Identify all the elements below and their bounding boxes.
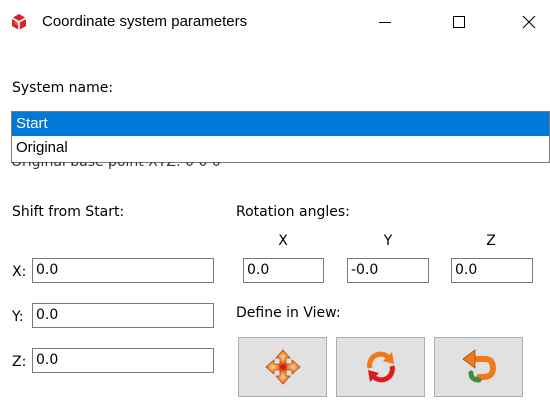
rotation-label: Rotation angles: (236, 204, 350, 220)
list-item-original[interactable]: Original (12, 136, 549, 160)
shift-label: Shift from Start: (12, 204, 125, 220)
define-undo-button[interactable] (434, 337, 523, 397)
system-name-list[interactable]: Start Original (11, 111, 550, 163)
base-point-label: Original base point XYZ: 0 0 0 (11, 162, 221, 170)
rotation-y-header: Y (383, 233, 393, 249)
window-title: Coordinate system parameters (42, 13, 248, 30)
minimize-icon (379, 22, 391, 23)
rotation-x-header: X (278, 233, 288, 249)
define-rotate-button[interactable] (336, 337, 425, 397)
shift-x-label: X: (12, 264, 27, 280)
rotation-y-input[interactable]: -0.0 (347, 258, 429, 283)
shift-x-input[interactable]: 0.0 (32, 258, 214, 283)
move-arrows-icon (264, 349, 301, 385)
shift-y-label: Y: (12, 309, 24, 325)
shift-y-input[interactable]: 0.0 (32, 303, 214, 328)
rotation-x-input[interactable]: 0.0 (243, 258, 324, 283)
shift-z-input[interactable]: 0.0 (32, 348, 214, 373)
define-move-button[interactable] (238, 337, 327, 397)
list-item-start[interactable]: Start (12, 112, 549, 136)
maximize-icon (453, 16, 465, 28)
shift-z-label: Z: (12, 354, 27, 370)
system-name-label: System name: (12, 80, 114, 96)
undo-arrow-icon (461, 349, 496, 383)
close-icon (522, 15, 536, 29)
define-view-label: Define in View: (236, 305, 341, 321)
rotate-arrows-icon (366, 351, 395, 383)
rotation-z-header: Z (486, 233, 496, 249)
close-button[interactable] (508, 6, 550, 38)
minimize-button[interactable] (362, 6, 408, 38)
maximize-button[interactable] (436, 6, 482, 38)
sketchup-icon (9, 12, 29, 32)
rotation-z-input[interactable]: 0.0 (451, 258, 533, 283)
